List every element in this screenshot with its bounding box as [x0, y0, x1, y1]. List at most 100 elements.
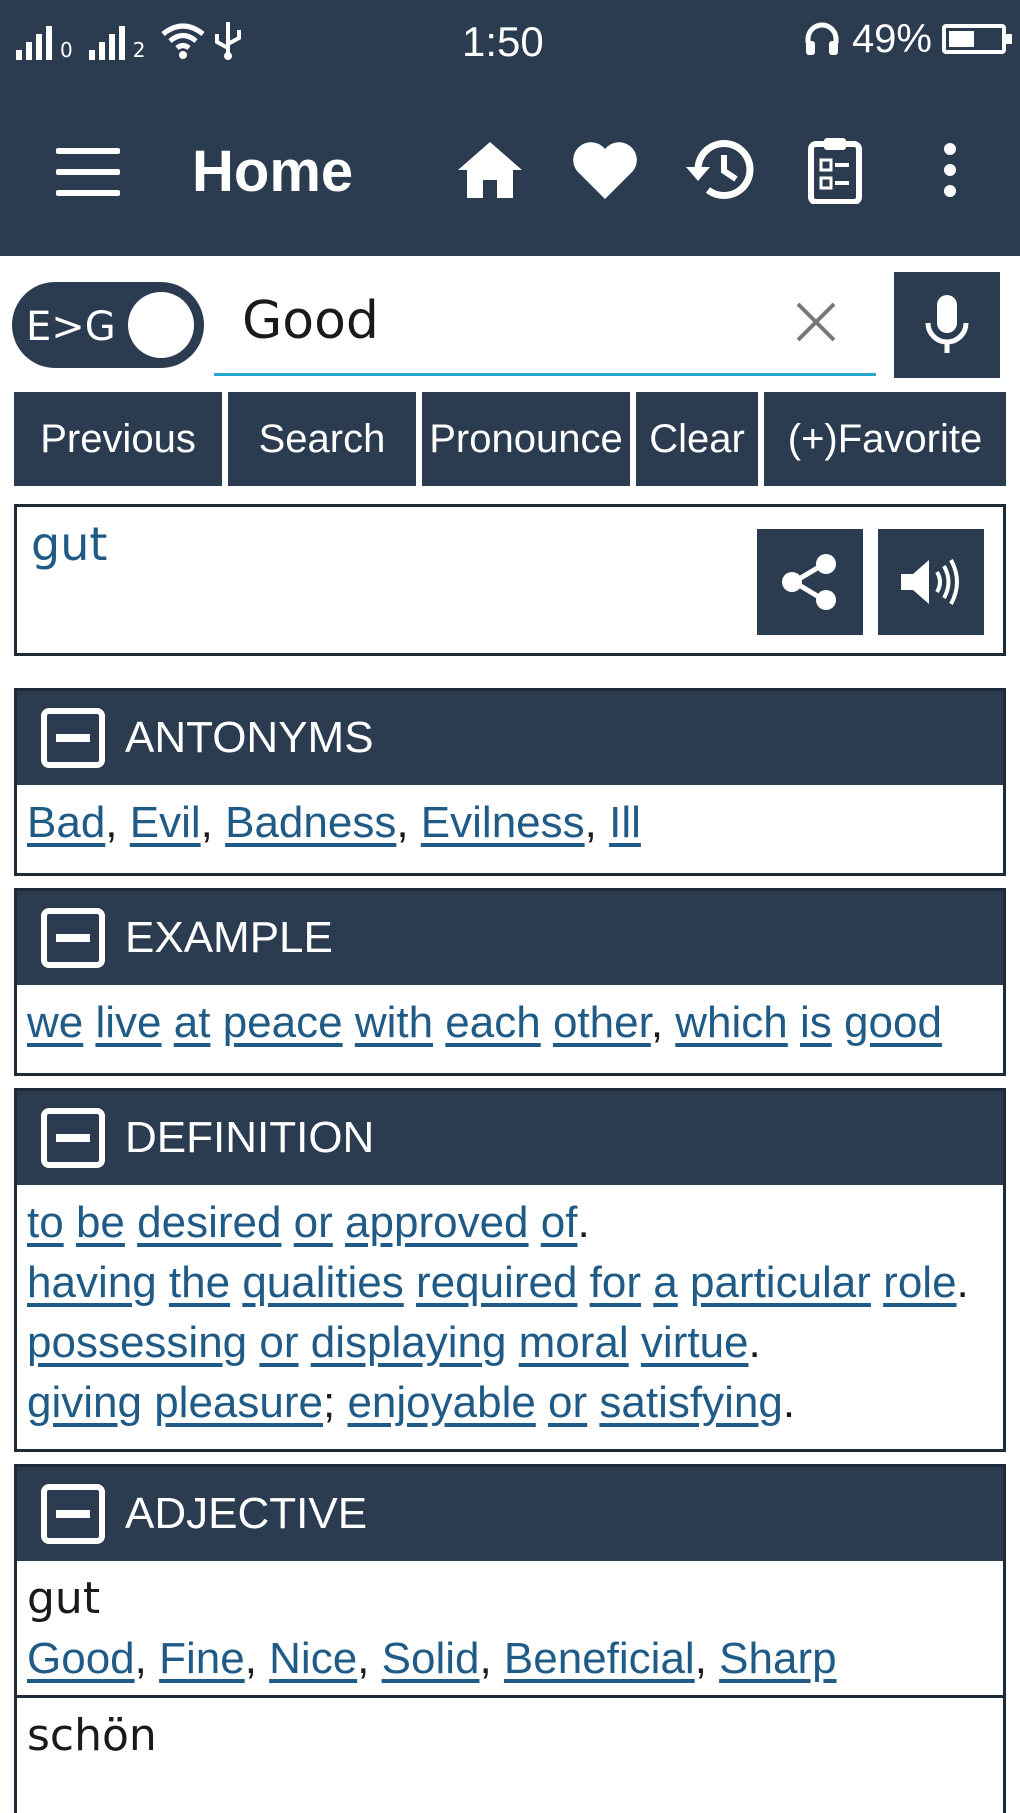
- menu-icon[interactable]: [56, 148, 120, 196]
- sim2-label: 2: [132, 38, 146, 62]
- antonym-link[interactable]: Bad: [27, 798, 105, 847]
- search-button[interactable]: Search: [228, 392, 416, 486]
- word-link[interactable]: of: [541, 1198, 578, 1247]
- word-link[interactable]: enjoyable: [347, 1378, 535, 1427]
- word-link[interactable]: the: [169, 1258, 230, 1307]
- definition-header[interactable]: DEFINITION: [17, 1091, 1003, 1185]
- definition-line: giving pleasure; enjoyable or satisfying…: [27, 1378, 796, 1427]
- signal-icon: [16, 24, 52, 60]
- word-link[interactable]: live: [95, 998, 161, 1047]
- collapse-icon: [41, 908, 105, 968]
- word-link[interactable]: which: [675, 998, 788, 1047]
- antonym-link[interactable]: Evilness: [421, 798, 585, 847]
- add-favorite-button[interactable]: (+)Favorite: [764, 392, 1006, 486]
- word-link[interactable]: good: [844, 998, 942, 1047]
- action-buttons: Previous Search Pronounce Clear (+)Favor…: [14, 392, 1006, 486]
- page-title: Home: [192, 139, 354, 204]
- word-link[interactable]: or: [548, 1378, 587, 1427]
- word-link[interactable]: approved: [345, 1198, 528, 1247]
- translation-word: gut: [31, 517, 108, 571]
- home-icon[interactable]: [450, 130, 530, 210]
- synonym-link[interactable]: Fine: [159, 1634, 245, 1683]
- word-link[interactable]: a: [653, 1258, 677, 1307]
- app-bar: Home: [0, 110, 1020, 232]
- word-link[interactable]: with: [355, 998, 433, 1047]
- search-field: [214, 268, 876, 376]
- adjective-entry: schön: [17, 1695, 1003, 1776]
- battery-fill: [949, 31, 974, 47]
- antonyms-header[interactable]: ANTONYMS: [17, 691, 1003, 785]
- definition-line: having the qualities required for a part…: [27, 1258, 969, 1307]
- clipboard-icon[interactable]: [795, 130, 875, 210]
- search-input[interactable]: [242, 288, 762, 354]
- share-button[interactable]: [757, 529, 863, 635]
- status-time: 1:50: [462, 18, 544, 65]
- word-link[interactable]: possessing: [27, 1318, 247, 1367]
- word-link[interactable]: to: [27, 1198, 64, 1247]
- adjective-word: schön: [27, 1710, 157, 1761]
- word-link[interactable]: or: [294, 1198, 333, 1247]
- signal-icon: [88, 24, 125, 60]
- clear-text-icon[interactable]: [794, 300, 838, 344]
- word-link[interactable]: each: [445, 998, 540, 1047]
- word-link[interactable]: be: [76, 1198, 125, 1247]
- pronounce-button[interactable]: Pronounce: [422, 392, 630, 486]
- battery-icon: [942, 24, 1012, 54]
- synonym-link[interactable]: Good: [27, 1634, 135, 1683]
- word-link[interactable]: for: [590, 1258, 641, 1307]
- collapse-icon: [41, 1108, 105, 1168]
- section-title: DEFINITION: [125, 1113, 375, 1162]
- definition-body: to be desired or approved of. having the…: [17, 1185, 1003, 1443]
- example-section: EXAMPLE we live at peace with each other…: [14, 888, 1006, 1076]
- adjective-header[interactable]: ADJECTIVE: [17, 1467, 1003, 1561]
- word-link[interactable]: satisfying: [599, 1378, 782, 1427]
- word-link[interactable]: is: [800, 998, 832, 1047]
- speaker-icon: [901, 559, 959, 605]
- example-body: we live at peace with each other, which …: [27, 998, 942, 1047]
- language-direction-toggle[interactable]: E>G: [12, 282, 204, 368]
- word-link[interactable]: moral: [519, 1318, 629, 1367]
- word-link[interactable]: at: [174, 998, 211, 1047]
- word-link[interactable]: pleasure: [154, 1378, 323, 1427]
- speak-button[interactable]: [878, 529, 984, 635]
- word-link[interactable]: giving: [27, 1378, 142, 1427]
- adjective-word: gut: [27, 1573, 101, 1624]
- word-link[interactable]: having: [27, 1258, 157, 1307]
- wifi-icon: [161, 23, 206, 59]
- word-link[interactable]: particular: [690, 1258, 871, 1307]
- voice-search-button[interactable]: [894, 272, 1000, 378]
- toggle-knob: [128, 292, 194, 358]
- word-link[interactable]: or: [259, 1318, 298, 1367]
- battery-percent: 49%: [851, 16, 932, 61]
- word-link[interactable]: role: [883, 1258, 956, 1307]
- word-link[interactable]: other: [553, 998, 651, 1047]
- clear-button[interactable]: Clear: [636, 392, 758, 486]
- more-vert-icon[interactable]: [910, 130, 990, 210]
- section-title: EXAMPLE: [125, 913, 333, 962]
- synonym-link[interactable]: Solid: [382, 1634, 480, 1683]
- antonym-link[interactable]: Badness: [225, 798, 396, 847]
- synonym-link[interactable]: Sharp: [719, 1634, 836, 1683]
- definition-line: possessing or displaying moral virtue.: [27, 1318, 761, 1367]
- antonym-link[interactable]: Evil: [130, 798, 201, 847]
- previous-button[interactable]: Previous: [14, 392, 222, 486]
- search-row: E>G: [0, 268, 1020, 384]
- section-title: ANTONYMS: [125, 713, 374, 762]
- word-link[interactable]: virtue: [641, 1318, 749, 1367]
- status-bar: 0 2 1:50 49%: [0, 0, 1020, 84]
- history-icon[interactable]: [680, 130, 760, 210]
- synonym-link[interactable]: Beneficial: [504, 1634, 695, 1683]
- heart-icon[interactable]: [565, 130, 645, 210]
- example-header[interactable]: EXAMPLE: [17, 891, 1003, 985]
- synonym-link[interactable]: Nice: [269, 1634, 357, 1683]
- word-link[interactable]: required: [416, 1258, 577, 1307]
- microphone-icon: [925, 295, 969, 353]
- antonym-link[interactable]: Ill: [609, 798, 641, 847]
- word-link[interactable]: desired: [137, 1198, 281, 1247]
- word-link[interactable]: peace: [223, 998, 343, 1047]
- word-link[interactable]: displaying: [311, 1318, 507, 1367]
- word-link[interactable]: we: [27, 998, 83, 1047]
- word-link[interactable]: qualities: [242, 1258, 403, 1307]
- status-left: 0 2: [16, 18, 243, 60]
- section-title: ADJECTIVE: [125, 1489, 368, 1538]
